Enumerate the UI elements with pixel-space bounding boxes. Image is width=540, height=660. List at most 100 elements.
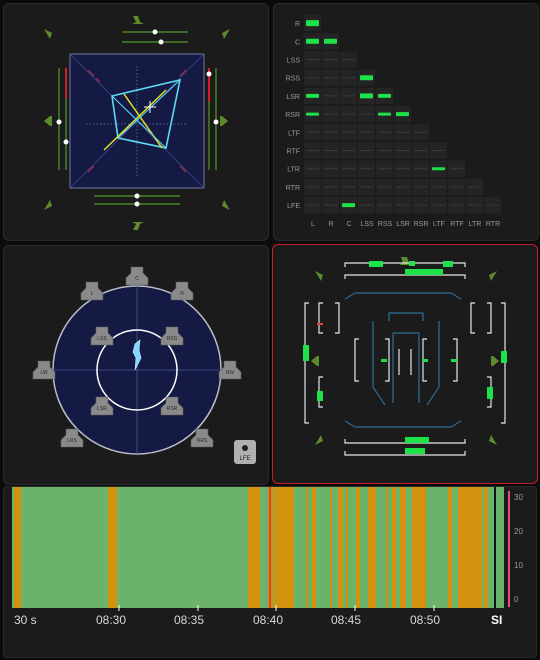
history-segment bbox=[448, 487, 452, 611]
routing-lines bbox=[344, 292, 462, 428]
history-segment bbox=[338, 487, 343, 611]
bottom-meter-fills bbox=[405, 437, 429, 454]
history-segment bbox=[275, 487, 294, 611]
left-meter-brackets bbox=[304, 302, 340, 424]
matrix-correlation-bar bbox=[324, 38, 337, 44]
left-sliders[interactable] bbox=[58, 68, 67, 170]
speaker-label: RSR bbox=[167, 406, 178, 412]
speaker-icon-bottom bbox=[132, 222, 144, 230]
speaker-icon[interactable]: C bbox=[125, 266, 149, 286]
history-segment bbox=[386, 487, 388, 611]
time-label: 08:45 bbox=[331, 613, 362, 627]
slider-knob[interactable] bbox=[213, 119, 219, 125]
object-panner[interactable]: C L R LW RW LSS RSS LSR RSR LRS RRS LFE bbox=[4, 246, 268, 484]
matrix-row-label: R bbox=[295, 21, 300, 28]
time-window-label[interactable]: 30 s bbox=[14, 613, 37, 627]
matrix-row-label: C bbox=[295, 39, 300, 46]
speaker-label: RW bbox=[226, 370, 235, 376]
slider-knob[interactable] bbox=[134, 193, 140, 199]
matrix-col-label: C bbox=[346, 221, 351, 228]
slider-knob[interactable] bbox=[134, 201, 140, 207]
matrix-row-label: LTR bbox=[287, 167, 300, 174]
speaker-icon[interactable]: RW bbox=[218, 360, 242, 380]
matrix-correlation-bar bbox=[306, 38, 319, 44]
speaker-icon-right bbox=[491, 356, 499, 366]
matrix-correlation-bar bbox=[396, 112, 409, 117]
slider-knob[interactable] bbox=[56, 119, 62, 125]
speaker-label: LRS bbox=[67, 438, 77, 444]
speaker-label: LSR bbox=[97, 406, 107, 412]
matrix-row-label: RSS bbox=[286, 76, 301, 83]
time-axis: 30 s 08:30 08:35 08:40 08:45 08:50 SI bbox=[4, 613, 536, 629]
matrix-col-label: R bbox=[328, 221, 333, 228]
speaker-icon[interactable]: LW bbox=[32, 360, 56, 380]
channel-meters-panel[interactable] bbox=[272, 244, 538, 484]
object-panner-panel: C L R LW RW LSS RSS LSR RSR LRS RRS LFE bbox=[3, 245, 269, 485]
position-scope-graphic bbox=[44, 16, 230, 230]
correlation-matrix: RCLSSRSSLSRRSRLTFRTFLTRRTRLFEL R C LSS RSS LS… bbox=[285, 15, 501, 228]
history-segment bbox=[248, 487, 260, 611]
right-sliders[interactable] bbox=[208, 68, 217, 170]
speaker-label: RRS bbox=[197, 438, 208, 444]
speaker-icon-left bbox=[44, 116, 52, 126]
speaker-label: LSS bbox=[97, 336, 107, 342]
history-segment bbox=[312, 487, 316, 611]
matrix-correlation-bar bbox=[360, 75, 373, 81]
history-segment bbox=[14, 487, 21, 611]
unit-label[interactable]: SI bbox=[491, 613, 502, 627]
matrix-row-label: LFE bbox=[287, 203, 300, 210]
speaker-icon[interactable]: R bbox=[170, 281, 194, 301]
timeline-scrollbar[interactable] bbox=[12, 633, 532, 643]
matrix-row-label: LTF bbox=[288, 130, 300, 137]
time-label: 08:40 bbox=[253, 613, 284, 627]
matrix-row-label: RTR bbox=[286, 185, 300, 192]
speaker-icon-tl bbox=[315, 271, 323, 281]
lfe-icon bbox=[242, 445, 248, 451]
matrix-correlation-bar bbox=[378, 93, 391, 98]
matrix-col-label: LTF bbox=[433, 221, 445, 228]
slider-knob[interactable] bbox=[63, 139, 69, 145]
slider-knob[interactable] bbox=[152, 29, 158, 35]
speaker-icon[interactable]: L bbox=[80, 281, 104, 301]
speaker-icon-right bbox=[220, 116, 228, 126]
loudness-timeline-panel[interactable]: 30 20 10 0 30 s 08:30 08:35 08:40 08:45 08:… bbox=[3, 486, 537, 658]
history-peak bbox=[269, 487, 271, 611]
slider-knob[interactable] bbox=[158, 39, 164, 45]
speaker-icon-bl bbox=[44, 200, 52, 210]
scale-label: 10 bbox=[514, 561, 523, 570]
loudness-history[interactable] bbox=[12, 487, 512, 611]
lfe-label: LFE bbox=[239, 456, 250, 462]
history-segment bbox=[330, 487, 332, 611]
slider-knob[interactable] bbox=[206, 71, 212, 77]
matrix-correlation-bar bbox=[306, 20, 319, 27]
matrix-col-label: RSR bbox=[414, 221, 429, 228]
speaker-icon-br bbox=[222, 200, 230, 210]
right-meter-fills bbox=[487, 351, 507, 399]
history-background bbox=[12, 487, 512, 611]
history-segment bbox=[412, 487, 426, 611]
matrix-correlation-bar bbox=[342, 203, 355, 208]
history-segment bbox=[356, 487, 360, 611]
speaker-icon-br bbox=[489, 435, 497, 445]
matrix-correlation-bar bbox=[378, 112, 391, 116]
time-label: 08:30 bbox=[96, 613, 127, 627]
scale-label: 30 bbox=[514, 493, 523, 502]
scale-label: 0 bbox=[514, 595, 519, 604]
matrix-correlation-bar bbox=[306, 112, 319, 116]
speaker-icon-bl bbox=[315, 435, 323, 445]
matrix-col-label: L bbox=[311, 221, 315, 228]
speaker-icon-tr bbox=[222, 29, 230, 39]
matrix-col-label: RSS bbox=[378, 221, 393, 228]
matrix-row-label: RTF bbox=[287, 149, 300, 156]
matrix-col-label: RTF bbox=[450, 221, 463, 228]
matrix-col-label: LSS bbox=[360, 221, 374, 228]
history-segment bbox=[368, 487, 376, 611]
time-label: 08:50 bbox=[410, 613, 441, 627]
matrix-col-label: LTR bbox=[469, 221, 482, 228]
matrix-col-label: RTR bbox=[486, 221, 500, 228]
speaker-icon-tl bbox=[44, 29, 52, 39]
left-peak-red bbox=[317, 323, 323, 325]
speaker-label: C bbox=[135, 276, 139, 282]
matrix-col-label: LSR bbox=[396, 221, 410, 228]
history-segment bbox=[306, 487, 308, 611]
